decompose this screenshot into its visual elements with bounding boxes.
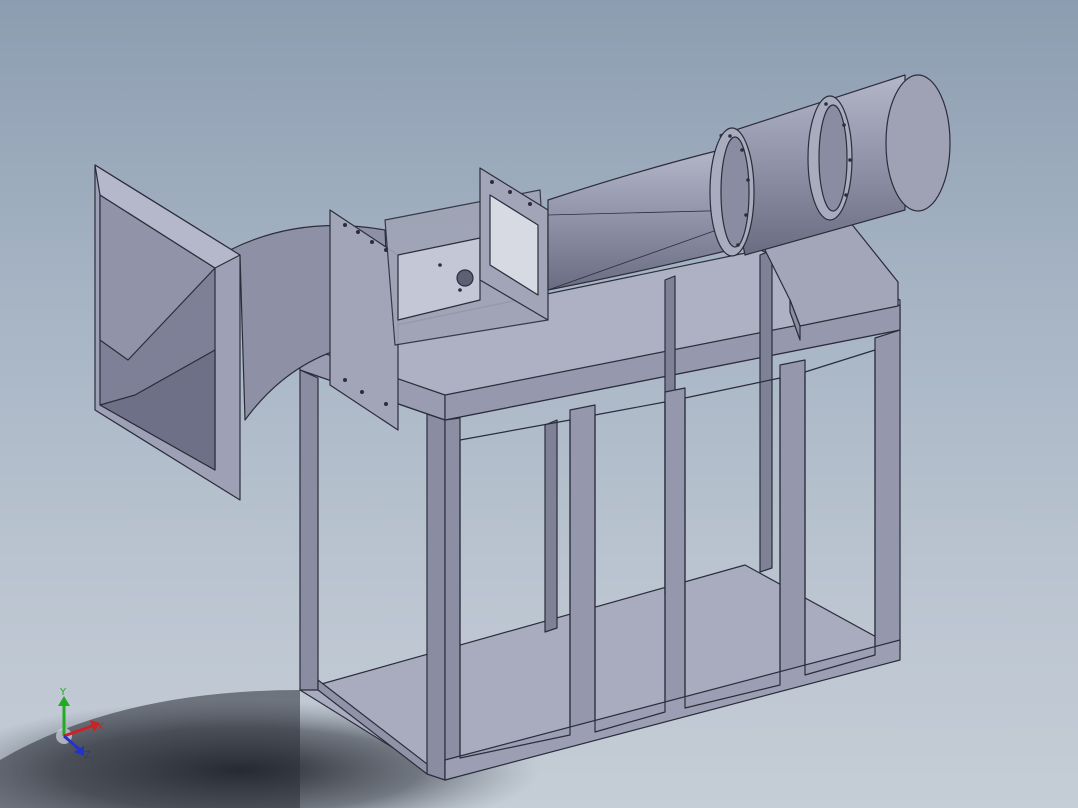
y-axis-label: Y — [59, 687, 67, 698]
x-axis-label: X — [97, 722, 104, 733]
wind-tunnel-model[interactable] — [0, 0, 1078, 808]
fan-duct[interactable] — [709, 74, 951, 257]
cad-viewport[interactable]: Y X Z — [0, 0, 1078, 808]
coordinate-triad: Y X Z — [56, 687, 104, 761]
z-axis-label: Z — [84, 750, 91, 761]
